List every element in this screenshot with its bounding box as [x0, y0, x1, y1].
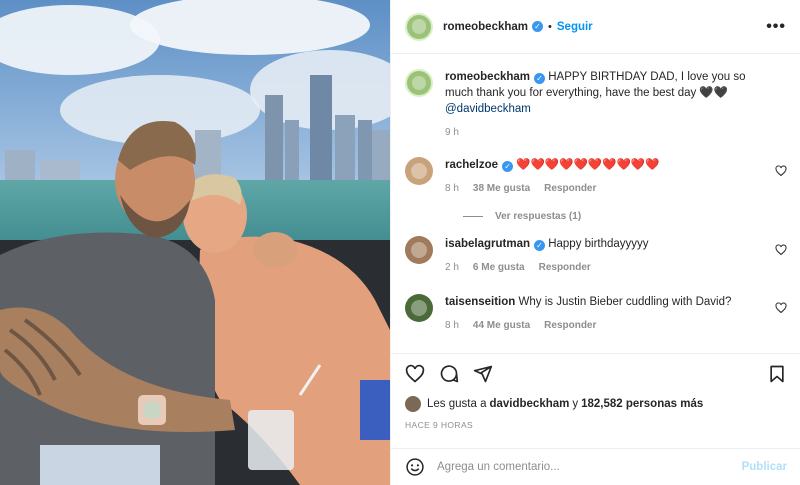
caption-avatar[interactable] — [405, 69, 433, 97]
likes-prefix: Les gusta a — [427, 398, 487, 410]
reply-button[interactable]: Responder — [544, 318, 596, 334]
verified-icon: ✓ — [532, 21, 544, 32]
reply-button[interactable]: Responder — [539, 260, 591, 276]
comment-icon[interactable] — [439, 364, 459, 384]
bookmark-icon[interactable] — [767, 364, 787, 384]
heart-icon[interactable] — [775, 244, 787, 256]
post-actions: Les gusta a davidbeckham y 182,582 perso… — [391, 353, 800, 432]
action-bar — [405, 354, 787, 394]
post-header: romeobeckham ✓ • Seguir ••• — [391, 0, 800, 54]
comments-list[interactable]: romeobeckham ✓ HAPPY BIRTHDAY DAD, I love… — [391, 55, 800, 353]
separator-dot: • — [548, 20, 552, 33]
comment-time: 8 h — [445, 183, 459, 194]
heart-icon[interactable] — [775, 165, 787, 177]
follow-button[interactable]: Seguir — [557, 21, 593, 33]
caption-mention[interactable]: @davidbeckham — [445, 103, 531, 115]
view-replies-button[interactable]: Ver respuestas (1) — [463, 211, 787, 222]
share-icon[interactable] — [473, 364, 493, 384]
commenter-avatar[interactable] — [405, 157, 433, 185]
commenter-username[interactable]: isabelagrutman — [445, 238, 530, 250]
comment-likes[interactable]: 44 Me gusta — [473, 318, 530, 334]
add-comment-bar: Publicar — [391, 448, 800, 485]
more-icon[interactable]: ••• — [766, 18, 786, 36]
posted-ago: HACE 9 HORAS — [405, 420, 474, 430]
likes-summary[interactable]: Les gusta a davidbeckham y 182,582 perso… — [405, 394, 787, 414]
commenter-avatar[interactable] — [405, 236, 433, 264]
comment-text: Happy birthdayyyyy — [548, 238, 649, 250]
likes-count[interactable]: 182,582 personas más — [581, 398, 703, 410]
comment-item: taisenseition Why is Justin Bieber cuddl… — [405, 294, 787, 334]
liker-avatar — [405, 396, 421, 412]
commenter-username[interactable]: rachelzoe — [445, 159, 498, 171]
replies-line — [463, 216, 483, 217]
heart-icon[interactable] — [405, 364, 425, 384]
comment-likes[interactable]: 6 Me gusta — [473, 260, 525, 276]
comment-time: 8 h — [445, 320, 459, 331]
comment-text: ❤️❤️❤️❤️❤️❤️❤️❤️❤️❤️ — [516, 159, 660, 171]
caption-username[interactable]: romeobeckham — [445, 71, 530, 83]
comment-time: 2 h — [445, 262, 459, 273]
liker-username[interactable]: davidbeckham — [489, 398, 569, 410]
verified-icon: ✓ — [502, 161, 514, 172]
caption-time: 9 h — [445, 127, 459, 138]
post-image — [0, 0, 390, 485]
view-replies-label: Ver respuestas (1) — [495, 211, 582, 222]
verified-icon: ✓ — [534, 73, 546, 84]
comment-input[interactable] — [437, 461, 742, 473]
publish-button[interactable]: Publicar — [742, 461, 787, 473]
verified-icon: ✓ — [534, 240, 545, 251]
comment-item: rachelzoe ✓ ❤️❤️❤️❤️❤️❤️❤️❤️❤️❤️ 8 h 38 M… — [405, 157, 787, 197]
instagram-post: romeobeckham ✓ • Seguir ••• romeobeckham… — [0, 0, 800, 485]
author-username[interactable]: romeobeckham — [443, 21, 528, 33]
emoji-icon[interactable] — [405, 457, 425, 477]
post-photo[interactable] — [0, 0, 390, 485]
likes-connector: y — [572, 398, 579, 410]
heart-icon[interactable] — [775, 302, 787, 314]
commenter-avatar[interactable] — [405, 294, 433, 322]
caption: romeobeckham ✓ HAPPY BIRTHDAY DAD, I love… — [405, 69, 787, 141]
comment-item: isabelagrutman ✓ Happy birthdayyyyy 2 h 6… — [405, 236, 787, 276]
comment-text: Why is Justin Bieber cuddling with David… — [518, 296, 732, 308]
post-panel: romeobeckham ✓ • Seguir ••• romeobeckham… — [390, 0, 800, 485]
reply-button[interactable]: Responder — [544, 181, 596, 197]
commenter-username[interactable]: taisenseition — [445, 296, 515, 308]
author-avatar[interactable] — [405, 12, 433, 41]
comment-likes[interactable]: 38 Me gusta — [473, 181, 530, 197]
